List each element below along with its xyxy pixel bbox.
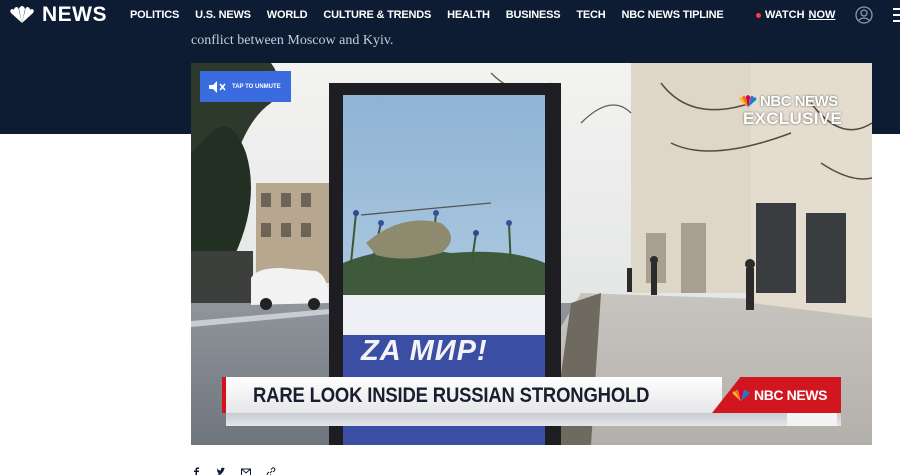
- twitter-icon[interactable]: [216, 467, 226, 475]
- lower-third-banner: RARE LOOK INSIDE RUSSIAN STRONGHOLD NBC …: [222, 377, 841, 426]
- exclusive-brand: NBC NEWS: [738, 93, 838, 110]
- lower-third-shadow: [226, 413, 841, 426]
- watch-now-label: NOW: [808, 9, 836, 21]
- tap-to-unmute-button[interactable]: TAP TO UNMUTE: [200, 71, 291, 102]
- nbc-peacock-icon: [739, 95, 757, 108]
- nav-business[interactable]: BUSINESS: [506, 9, 561, 21]
- watch-now-link[interactable]: WATCH NOW: [756, 9, 835, 21]
- share-bar: [191, 467, 276, 475]
- nbc-news-logo[interactable]: NEWS: [8, 3, 107, 26]
- exclusive-label: EXCLUSIVE: [743, 109, 843, 128]
- lower-third-brand-text: NBC NEWS: [754, 387, 828, 403]
- video-player[interactable]: TAP TO UNMUTE NBC NEWS EXCLUSIVE ZA МИР!…: [191, 63, 872, 445]
- nav-health[interactable]: HEALTH: [447, 9, 490, 21]
- lower-third-brand: NBC NEWS: [731, 387, 827, 403]
- nbc-exclusive-bug: NBC NEWS EXCLUSIVE: [738, 93, 843, 129]
- link-icon[interactable]: [266, 467, 276, 475]
- unmute-label: TAP TO UNMUTE: [232, 83, 281, 90]
- email-icon[interactable]: [241, 467, 251, 475]
- nav-tipline[interactable]: NBC NEWS TIPLINE: [622, 9, 724, 21]
- watch-label: WATCH: [765, 9, 805, 21]
- primary-nav: POLITICS U.S. NEWS WORLD CULTURE & TREND…: [130, 9, 739, 21]
- menu-icon[interactable]: [893, 8, 900, 22]
- nav-tech[interactable]: TECH: [576, 9, 605, 21]
- nbc-peacock-icon: [10, 6, 34, 23]
- account-icon[interactable]: [855, 6, 873, 24]
- nav-world[interactable]: WORLD: [267, 9, 308, 21]
- nbc-peacock-icon: [732, 388, 750, 401]
- live-dot-icon: [756, 12, 761, 18]
- lower-third-headline: RARE LOOK INSIDE RUSSIAN STRONGHOLD: [253, 384, 650, 407]
- poster-slogan: ZA МИР!: [361, 335, 488, 367]
- facebook-icon[interactable]: [191, 467, 201, 475]
- nav-politics[interactable]: POLITICS: [130, 9, 179, 21]
- exclusive-brand-text: NBC NEWS: [760, 93, 838, 110]
- article-intro-text: conflict between Moscow and Kyiv.: [191, 33, 394, 48]
- top-navbar: NEWS POLITICS U.S. NEWS WORLD CULTURE & …: [0, 0, 900, 32]
- nav-culture-trends[interactable]: CULTURE & TRENDS: [323, 9, 431, 21]
- nav-us-news[interactable]: U.S. NEWS: [195, 9, 251, 21]
- logo-text: NEWS: [42, 3, 107, 26]
- lower-third-tab: [787, 413, 837, 426]
- muted-speaker-icon: [209, 80, 226, 93]
